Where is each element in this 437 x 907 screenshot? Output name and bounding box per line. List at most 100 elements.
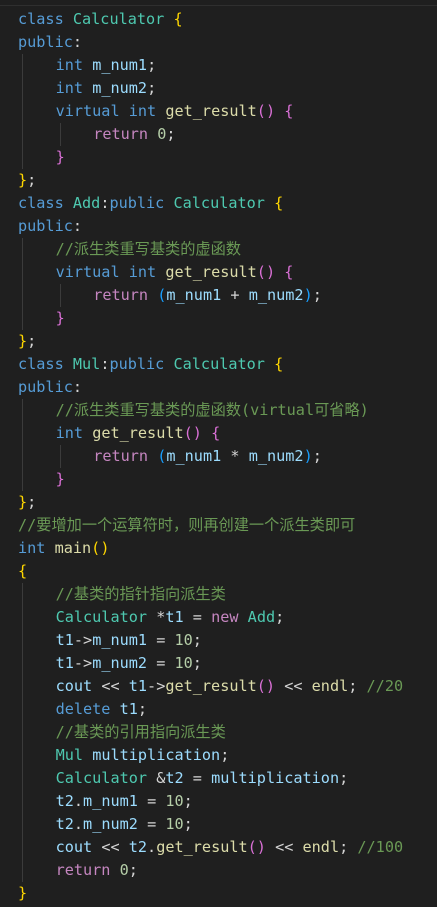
- code-line[interactable]: };: [18, 330, 437, 353]
- code-line[interactable]: }: [18, 468, 437, 491]
- indent-guide: [22, 744, 23, 767]
- code-line[interactable]: virtual int get_result() {: [18, 100, 437, 123]
- code-token: class: [18, 10, 64, 28]
- code-line[interactable]: int main(): [18, 537, 437, 560]
- code-line[interactable]: }: [18, 882, 437, 905]
- code-line[interactable]: t1->m_num2 = 10;: [18, 652, 437, 675]
- code-line-content: //基类的引用指向派生类: [56, 723, 226, 741]
- code-line-content: return 0;: [93, 125, 175, 143]
- code-token: class: [18, 194, 64, 212]
- code-token: ;: [27, 332, 37, 350]
- code-line[interactable]: };: [18, 169, 437, 192]
- code-token: ;: [183, 792, 193, 810]
- code-token: cout: [55, 838, 93, 856]
- code-line[interactable]: {: [18, 560, 437, 583]
- code-token: <<: [265, 838, 303, 856]
- code-line[interactable]: }: [18, 146, 437, 169]
- code-token: public: [109, 194, 165, 212]
- code-token: }: [18, 332, 28, 350]
- code-line[interactable]: cout << t1->get_result() << endl; //20: [18, 675, 437, 698]
- code-token: main: [54, 539, 92, 557]
- indent-guide: [22, 698, 23, 721]
- code-line[interactable]: //基类的指针指向派生类: [18, 583, 437, 606]
- code-token: get_result: [165, 102, 257, 120]
- code-token: 0: [157, 125, 167, 143]
- code-token: //派生类重写基类的虚函数(virtual可省略): [55, 401, 369, 419]
- code-token: (): [183, 424, 202, 442]
- code-token: *: [156, 608, 166, 626]
- code-token: m_num1: [92, 56, 148, 74]
- code-line[interactable]: return 0;: [18, 859, 437, 882]
- code-line[interactable]: t2.m_num2 = 10;: [18, 813, 437, 836]
- indent-guide: [59, 445, 61, 468]
- code-line[interactable]: class Mul:public Calculator {: [18, 353, 437, 376]
- code-line-content: };: [18, 493, 36, 511]
- code-token: Calculator: [55, 608, 148, 626]
- code-token: //基类的引用指向派生类: [55, 723, 226, 741]
- code-token: 10: [165, 792, 184, 810]
- code-line[interactable]: int get_result() {: [18, 422, 437, 445]
- code-line-content: int get_result() {: [56, 424, 221, 442]
- code-line[interactable]: public:: [18, 31, 437, 54]
- code-line-content: }: [56, 470, 65, 488]
- code-line[interactable]: class Calculator {: [18, 8, 437, 31]
- code-line[interactable]: public:: [18, 215, 437, 238]
- code-token: Add: [247, 608, 276, 626]
- code-token: Mul: [55, 746, 84, 764]
- code-line[interactable]: delete t1;: [18, 698, 437, 721]
- code-line[interactable]: Calculator &t2 = multiplication;: [18, 767, 437, 790]
- code-token: 10: [174, 631, 193, 649]
- code-token: return: [55, 861, 111, 879]
- code-line[interactable]: cout << t2.get_result() << endl; //100: [18, 836, 437, 859]
- code-token: =: [137, 815, 166, 833]
- code-line[interactable]: return (m_num1 + m_num2);: [18, 284, 437, 307]
- indent-guide: [22, 77, 23, 100]
- code-token: Calculator: [55, 769, 148, 787]
- code-line-content: class Mul:public Calculator {: [18, 355, 283, 373]
- code-line[interactable]: int m_num1;: [18, 54, 437, 77]
- code-token: Add: [72, 194, 101, 212]
- code-line[interactable]: //派生类重写基类的虚函数(virtual可省略): [18, 399, 437, 422]
- code-line[interactable]: //基类的引用指向派生类: [18, 721, 437, 744]
- code-editor[interactable]: class Calculator {public: int m_num1; int …: [0, 0, 437, 907]
- code-line[interactable]: Mul multiplication;: [18, 744, 437, 767]
- code-line[interactable]: Calculator *t1 = new Add;: [18, 606, 437, 629]
- code-token: }: [18, 884, 28, 902]
- code-token: int: [128, 263, 157, 281]
- code-lines[interactable]: class Calculator {public: int m_num1; int …: [18, 8, 437, 905]
- code-line[interactable]: virtual int get_result() {: [18, 261, 437, 284]
- code-line[interactable]: class Add:public Calculator {: [18, 192, 437, 215]
- code-line[interactable]: int m_num2;: [18, 77, 437, 100]
- code-line[interactable]: t2.m_num1 = 10;: [18, 790, 437, 813]
- code-token: =: [183, 769, 212, 787]
- code-line[interactable]: //派生类重写基类的虚函数: [18, 238, 437, 261]
- indent-guide: [22, 307, 23, 330]
- code-token: ->: [147, 677, 166, 695]
- code-token: new: [211, 608, 239, 626]
- code-line[interactable]: }: [18, 307, 437, 330]
- code-line[interactable]: return (m_num1 * m_num2);: [18, 445, 437, 468]
- code-line-content: }: [56, 309, 65, 327]
- indent-guide: [22, 652, 23, 675]
- code-line[interactable]: t1->m_num1 = 10;: [18, 629, 437, 652]
- code-token: public: [18, 217, 73, 235]
- code-line[interactable]: };: [18, 491, 437, 514]
- code-token: t2: [55, 815, 74, 833]
- code-line-content: cout << t2.get_result() << endl; //100: [56, 838, 404, 856]
- indent-guide: [22, 445, 23, 468]
- code-line[interactable]: public:: [18, 376, 437, 399]
- code-token: .: [73, 792, 84, 810]
- code-line[interactable]: //要增加一个运算符时，则再创建一个派生类即可: [18, 514, 437, 537]
- code-line-content: //派生类重写基类的虚函数(virtual可省略): [56, 401, 369, 419]
- code-line[interactable]: return 0;: [18, 123, 437, 146]
